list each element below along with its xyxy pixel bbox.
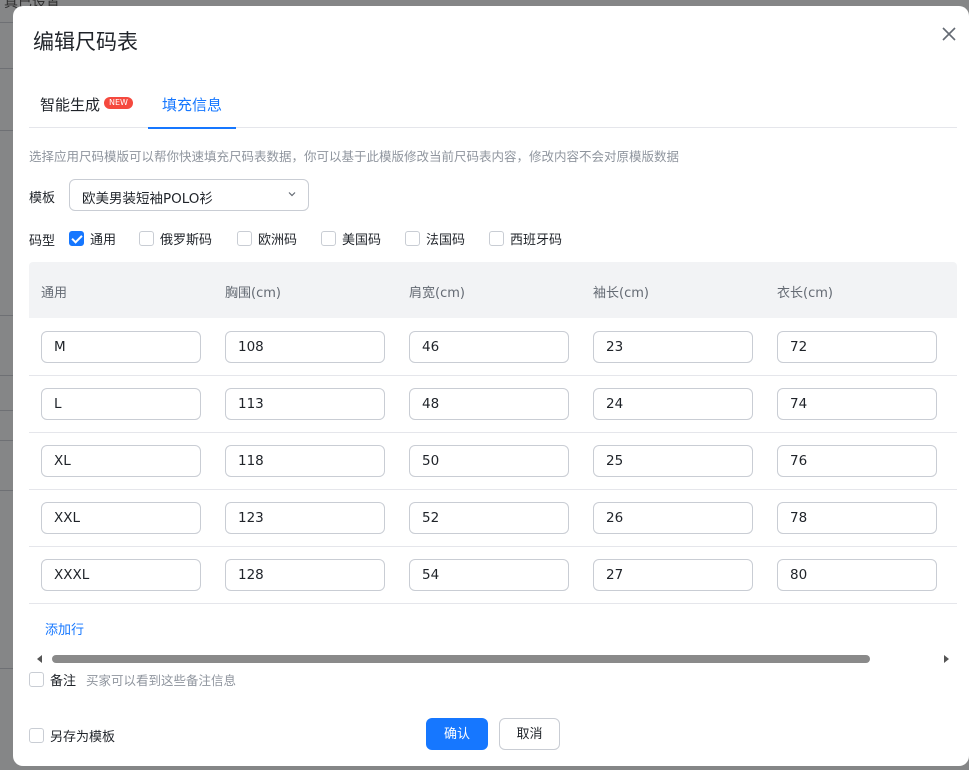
- sleeve-input[interactable]: 25: [593, 445, 753, 477]
- chest-input[interactable]: 113: [225, 388, 385, 420]
- remark-hint: 买家可以看到这些备注信息: [86, 673, 237, 688]
- sleeve-input[interactable]: 27: [593, 559, 753, 591]
- shoulder-input[interactable]: 54: [409, 559, 569, 591]
- save-as-template-option[interactable]: 另存为模板: [29, 726, 115, 745]
- size-type-us[interactable]: 美国码: [321, 229, 381, 248]
- template-select-value: 欧美男装短袖POLO衫: [82, 191, 213, 207]
- tab-label: 智能生成: [40, 96, 101, 114]
- close-button[interactable]: [939, 24, 959, 44]
- column-header: 肩宽(cm): [409, 286, 465, 301]
- chest-input[interactable]: 118: [225, 445, 385, 477]
- save-as-template-checkbox[interactable]: [29, 728, 44, 743]
- checkbox[interactable]: [69, 231, 84, 246]
- scroll-right-icon[interactable]: [944, 655, 949, 663]
- remark-option[interactable]: 备注 买家可以看到这些备注信息: [29, 670, 236, 689]
- size-input[interactable]: M: [41, 331, 201, 363]
- checkbox-label: 西班牙码: [510, 233, 563, 248]
- checkbox[interactable]: [237, 231, 252, 246]
- tab-bar: 智能生成 NEW 填充信息: [29, 88, 957, 129]
- chest-input[interactable]: 108: [225, 331, 385, 363]
- horizontal-scrollbar[interactable]: [35, 653, 951, 665]
- chest-input[interactable]: 128: [225, 559, 385, 591]
- add-row-link[interactable]: 添加行: [45, 619, 84, 638]
- shoulder-input[interactable]: 50: [409, 445, 569, 477]
- template-select[interactable]: 欧美男装短袖POLO衫: [69, 179, 309, 211]
- column-header: 通用: [41, 286, 68, 301]
- size-type-france[interactable]: 法国码: [405, 229, 465, 248]
- size-input[interactable]: XXL: [41, 502, 201, 534]
- chevron-down-icon: [288, 192, 296, 197]
- length-input[interactable]: 78: [777, 502, 937, 534]
- checkbox-label: 欧洲码: [258, 233, 298, 248]
- size-input[interactable]: XL: [41, 445, 201, 477]
- length-input[interactable]: 80: [777, 559, 937, 591]
- size-type-universal[interactable]: 通用: [69, 229, 116, 248]
- size-table: 通用 胸围(cm) 肩宽(cm) 袖长(cm) 衣长(cm) M 108 46 …: [29, 262, 957, 604]
- size-input[interactable]: L: [41, 388, 201, 420]
- remark-checkbox[interactable]: [29, 672, 44, 687]
- checkbox-label: 通用: [90, 233, 117, 248]
- length-input[interactable]: 72: [777, 331, 937, 363]
- checkbox[interactable]: [321, 231, 336, 246]
- confirm-button[interactable]: 确认: [426, 718, 488, 750]
- template-hint: 选择应用尺码模版可以帮你快速填充尺码表数据，你可以基于此模版修改当前尺码表内容，…: [29, 149, 680, 164]
- template-label: 模板: [29, 191, 56, 206]
- edit-size-chart-dialog: 编辑尺码表 智能生成 NEW 填充信息 选择应用尺码模版可以帮你快速填充尺码表数…: [13, 6, 969, 766]
- table-row: L 113 48 24 74: [29, 376, 957, 433]
- chest-input[interactable]: 123: [225, 502, 385, 534]
- table-row: XL 118 50 25 76: [29, 433, 957, 490]
- dialog-title: 编辑尺码表: [33, 30, 138, 54]
- checkbox[interactable]: [405, 231, 420, 246]
- shoulder-input[interactable]: 48: [409, 388, 569, 420]
- column-header: 衣长(cm): [777, 286, 833, 301]
- close-icon: [942, 27, 956, 41]
- column-header: 袖长(cm): [593, 286, 649, 301]
- scroll-left-icon[interactable]: [37, 655, 42, 663]
- tab-smart-generate[interactable]: 智能生成 NEW: [40, 88, 133, 128]
- size-type-europe[interactable]: 欧洲码: [237, 229, 297, 248]
- length-input[interactable]: 76: [777, 445, 937, 477]
- table-row: M 108 46 23 72: [29, 319, 957, 376]
- cancel-button[interactable]: 取消: [499, 718, 560, 750]
- checkbox-label: 美国码: [342, 233, 382, 248]
- size-type-spain[interactable]: 西班牙码: [489, 229, 562, 248]
- table-header: 通用 胸围(cm) 肩宽(cm) 袖长(cm) 衣长(cm): [29, 262, 957, 318]
- checkbox-label: 俄罗斯码: [160, 233, 213, 248]
- shoulder-input[interactable]: 46: [409, 331, 569, 363]
- tab-fill-info[interactable]: 填充信息: [148, 88, 236, 129]
- length-input[interactable]: 74: [777, 388, 937, 420]
- size-input[interactable]: XXXL: [41, 559, 201, 591]
- tab-label: 填充信息: [161, 96, 222, 114]
- sleeve-input[interactable]: 23: [593, 331, 753, 363]
- size-type-russia[interactable]: 俄罗斯码: [139, 229, 212, 248]
- shoulder-input[interactable]: 52: [409, 502, 569, 534]
- table-row: XXL 123 52 26 78: [29, 490, 957, 547]
- size-type-label: 码型: [29, 234, 56, 249]
- new-badge: NEW: [104, 97, 133, 109]
- scrollbar-thumb[interactable]: [52, 655, 870, 663]
- table-row: XXXL 128 54 27 80: [29, 547, 957, 604]
- remark-label: 备注: [50, 674, 77, 689]
- sleeve-input[interactable]: 26: [593, 502, 753, 534]
- sleeve-input[interactable]: 24: [593, 388, 753, 420]
- checkbox[interactable]: [489, 231, 504, 246]
- checkbox[interactable]: [139, 231, 154, 246]
- checkbox-label: 法国码: [426, 233, 466, 248]
- save-as-template-label: 另存为模板: [50, 730, 116, 745]
- column-header: 胸围(cm): [225, 286, 281, 301]
